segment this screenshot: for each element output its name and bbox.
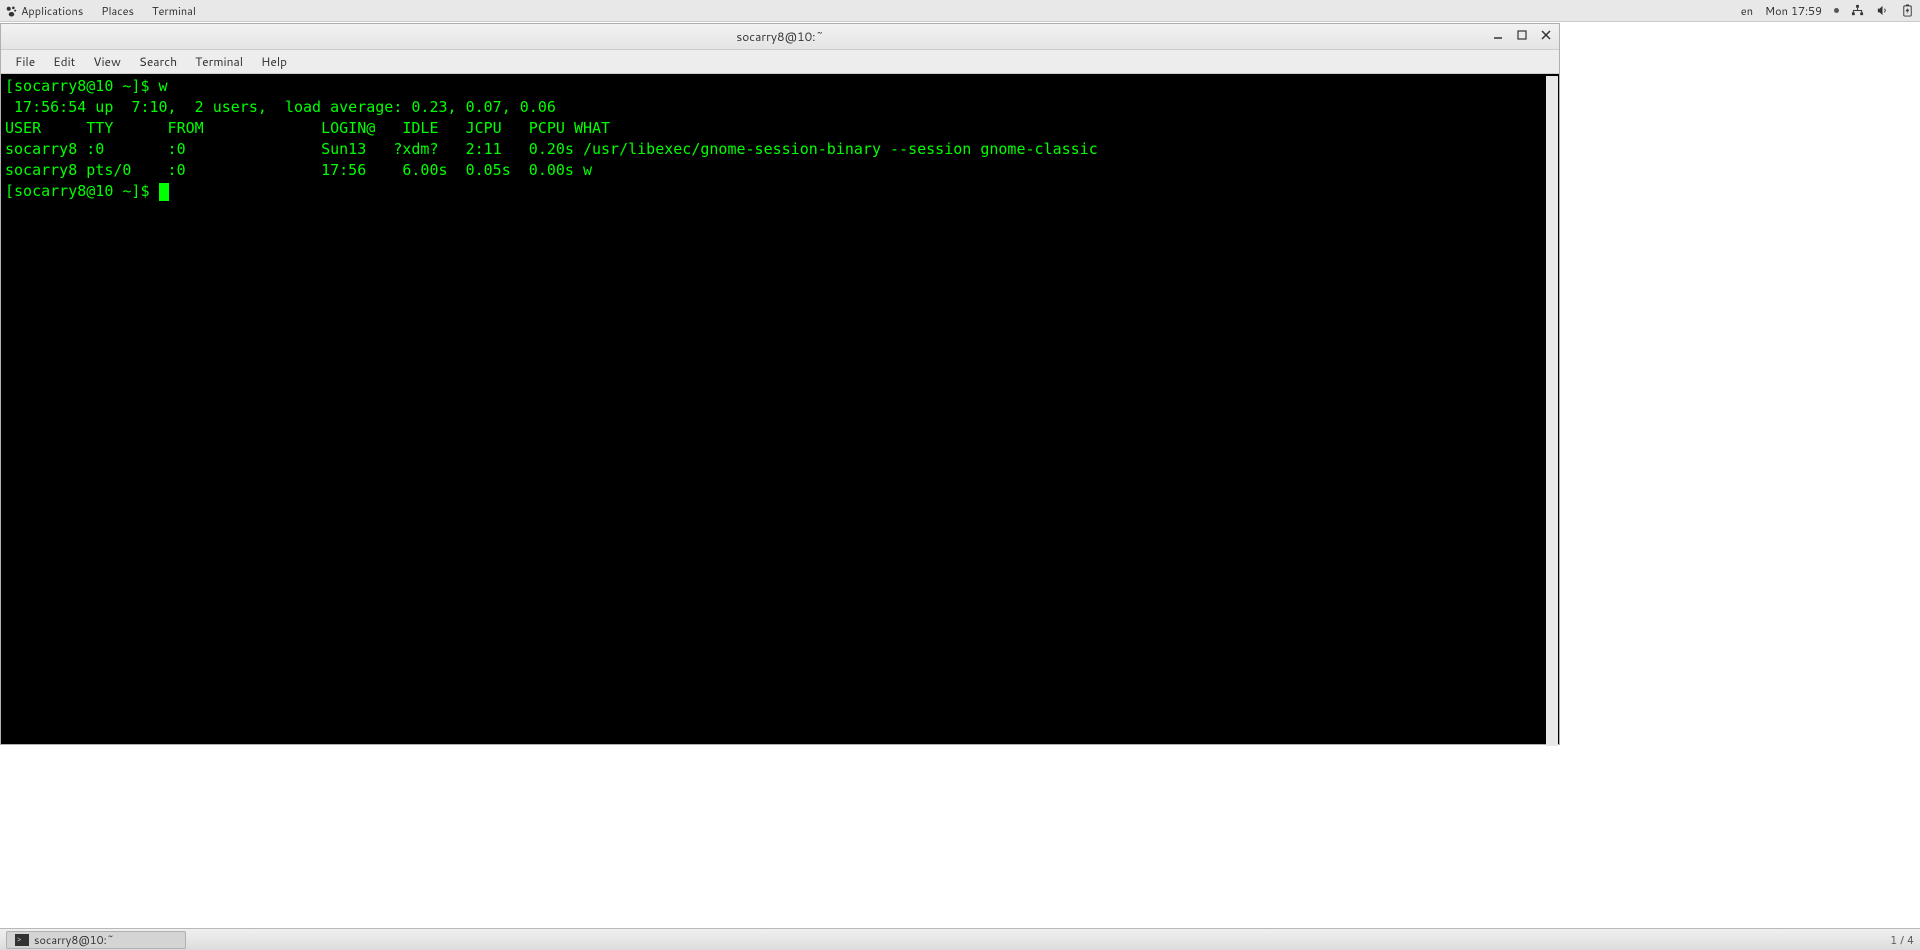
window-title-bar[interactable]: socarry8@10:~ <box>1 24 1559 50</box>
menu-bar: File Edit View Search Terminal Help <box>1 50 1559 74</box>
terminal-menu-label: Terminal <box>152 3 196 19</box>
minimize-button[interactable] <box>1491 28 1505 42</box>
workspace-pager[interactable]: 1 / 4 <box>1890 932 1914 948</box>
terminal-window: socarry8@10:~ File Edit View Search Term… <box>0 23 1560 745</box>
menu-help[interactable]: Help <box>253 51 295 72</box>
volume-icon[interactable] <box>1876 4 1889 17</box>
panel-right-group: en Mon 17:59 <box>1741 3 1914 19</box>
taskbar-window-button[interactable]: socarry8@10:~ <box>6 931 186 949</box>
terminal-app-icon <box>15 934 29 946</box>
close-button[interactable] <box>1539 28 1553 42</box>
menu-edit[interactable]: Edit <box>45 51 83 72</box>
taskbar-right: 1 / 4 <box>1890 932 1914 948</box>
taskbar-left: socarry8@10:~ <box>6 931 186 949</box>
terminal-line: socarry8 :0 :0 Sun13 ?xdm? 2:11 0.20s /u… <box>5 140 1098 158</box>
gnome-bottom-panel: socarry8@10:~ 1 / 4 <box>0 928 1920 950</box>
clock-dot-icon <box>1834 8 1839 13</box>
menu-view[interactable]: View <box>85 51 129 72</box>
terminal-prompt: [socarry8@10 ~]$ <box>5 182 159 200</box>
menu-file[interactable]: File <box>7 51 43 72</box>
maximize-button[interactable] <box>1515 28 1529 42</box>
taskbar-button-label: socarry8@10:~ <box>34 932 114 948</box>
places-menu[interactable]: Places <box>101 3 134 19</box>
gnome-top-panel: Applications Places Terminal en Mon 17:5… <box>0 0 1920 22</box>
panel-left-group: Applications Places Terminal <box>6 3 196 19</box>
clock[interactable]: Mon 17:59 <box>1765 3 1822 19</box>
menu-search[interactable]: Search <box>131 51 185 72</box>
terminal-scrollbar[interactable] <box>1546 76 1558 746</box>
cursor-icon <box>159 183 169 201</box>
terminal-content[interactable]: [socarry8@10 ~]$ w 17:56:54 up 7:10, 2 u… <box>1 74 1559 744</box>
language-indicator[interactable]: en <box>1741 3 1753 19</box>
terminal-line: [socarry8@10 ~]$ w <box>5 77 168 95</box>
terminal-line: 17:56:54 up 7:10, 2 users, load average:… <box>5 98 556 116</box>
gnome-foot-icon <box>6 5 17 16</box>
applications-menu[interactable]: Applications <box>6 3 83 19</box>
battery-icon[interactable] <box>1901 4 1914 17</box>
menu-terminal[interactable]: Terminal <box>187 51 251 72</box>
terminal-line: socarry8 pts/0 :0 17:56 6.00s 0.05s 0.00… <box>5 161 592 179</box>
window-controls <box>1491 28 1553 42</box>
places-label: Places <box>101 3 134 19</box>
terminal-line: USER TTY FROM LOGIN@ IDLE JCPU PCPU WHAT <box>5 119 610 137</box>
terminal-menu[interactable]: Terminal <box>152 3 196 19</box>
network-icon[interactable] <box>1851 4 1864 17</box>
applications-label: Applications <box>21 3 83 19</box>
window-title: socarry8@10:~ <box>736 28 823 45</box>
